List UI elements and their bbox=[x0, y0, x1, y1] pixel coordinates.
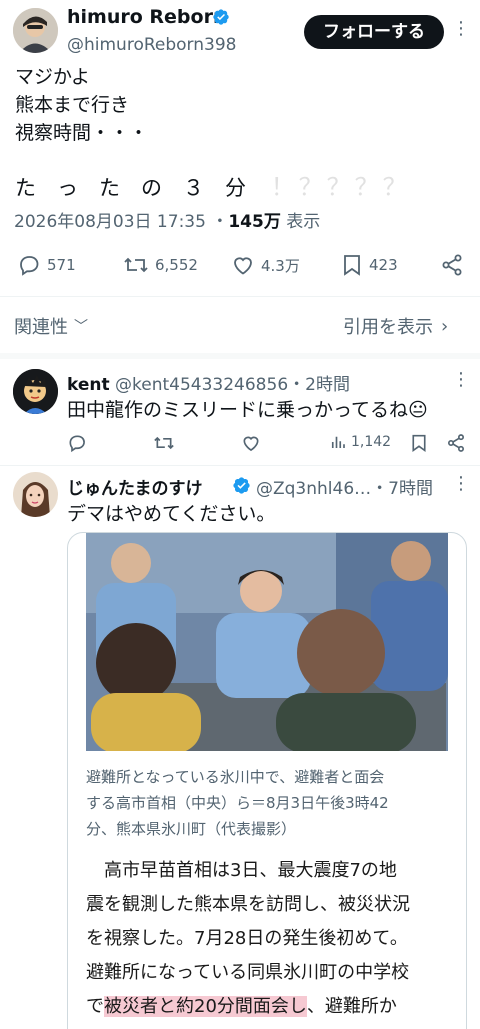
section-divider bbox=[0, 353, 480, 359]
reply-time[interactable]: ・7時間 bbox=[371, 479, 433, 499]
verified-icon bbox=[212, 8, 230, 27]
avatar[interactable] bbox=[13, 472, 58, 517]
caption-line: 分、熊本県氷川町（代表撮影） bbox=[86, 820, 297, 838]
sort-dropdown[interactable]: 関連性 ﹀ bbox=[14, 313, 88, 339]
tweet-line: 視察時間・・・ bbox=[15, 122, 149, 144]
views-label: 表示 bbox=[286, 212, 321, 232]
chevron-down-icon: ﹀ bbox=[74, 319, 88, 335]
divider bbox=[0, 465, 480, 466]
reply-author-name[interactable]: kent bbox=[67, 375, 110, 395]
retweet-count: 6,552 bbox=[155, 256, 198, 274]
heart-icon bbox=[234, 257, 252, 275]
like-button[interactable]: 4.3万 bbox=[231, 253, 300, 277]
article-suffix: 、避難所か bbox=[306, 996, 397, 1017]
reply-header: じゅんたまのすけ bbox=[67, 474, 203, 499]
reply-header: kent @kent45433246856・2時間 bbox=[67, 370, 350, 395]
view-quotes-link[interactable]: 引用を表示 › bbox=[343, 313, 448, 339]
article-line: 避難所になっている同県氷川町の中学校 bbox=[86, 962, 410, 983]
bookmark-icon bbox=[344, 255, 360, 276]
retweet-icon bbox=[154, 436, 174, 450]
quotes-label: 引用を表示 bbox=[343, 317, 433, 338]
avatar[interactable] bbox=[13, 8, 58, 53]
tweet-line: マジかよ bbox=[15, 66, 91, 88]
retweet-icon bbox=[124, 257, 148, 273]
article-line: 高市早苗首相は3日、最大震度7の地 bbox=[86, 860, 397, 881]
tweet-meta: 2026年08月03日 17:35 ・145万 表示 bbox=[14, 207, 320, 232]
like-count: 4.3万 bbox=[261, 256, 300, 275]
article-text: 高市早苗首相は3日、最大震度7の地 震を観測した熊本県を訪問し、被災状況 を視察… bbox=[86, 854, 410, 1024]
bookmark-button[interactable] bbox=[410, 433, 428, 453]
photo-caption: 避難所となっている氷川中で、避難者と面会 する高市首相（中央）ら＝8月3日午後3… bbox=[86, 764, 389, 842]
meta-separator: ・ bbox=[211, 212, 229, 232]
reply-icon bbox=[20, 256, 39, 276]
reply-author-handle[interactable]: @kent45433246856 bbox=[115, 375, 288, 395]
tweet-date[interactable]: 2026年08月03日 17:35 bbox=[14, 212, 206, 232]
punch-marks: ！？？？？ bbox=[270, 173, 411, 201]
attached-media-card[interactable]: 避難所となっている氷川中で、避難者と面会 する高市首相（中央）ら＝8月3日午後3… bbox=[67, 532, 467, 1029]
reply-text: 田中龍作のミスリードに乗っかってるね😐 bbox=[67, 399, 428, 421]
like-button[interactable] bbox=[241, 433, 261, 453]
tweet-text: マジかよ 熊本まで行き 視察時間・・・ bbox=[15, 63, 148, 147]
article-line: で被災者と約20分間面会し、避難所か bbox=[86, 990, 410, 1024]
retweet-button[interactable]: 6,552 bbox=[123, 253, 198, 277]
article-line: 震を観測した熊本県を訪問し、被災状況 bbox=[86, 894, 410, 915]
caption-line: する高市首相（中央）ら＝8月3日午後3時42 bbox=[86, 794, 389, 812]
author-handle[interactable]: @himuroReborn398 bbox=[67, 35, 236, 55]
caption-line: 避難所となっている氷川中で、避難者と面会 bbox=[86, 768, 385, 786]
verified-icon bbox=[232, 476, 251, 495]
bookmark-count: 423 bbox=[369, 256, 398, 274]
reply-author-name[interactable]: じゅんたまのすけ bbox=[67, 479, 203, 499]
highlighted-text: 被災者と約20分間面会し bbox=[104, 996, 307, 1017]
reply-time[interactable]: ・2時間 bbox=[288, 375, 350, 395]
views-button[interactable]: 1,142 bbox=[329, 433, 391, 451]
avatar[interactable] bbox=[13, 369, 58, 414]
reply-icon bbox=[69, 435, 85, 453]
reply-button[interactable] bbox=[67, 433, 87, 453]
article-prefix: で bbox=[86, 996, 104, 1017]
reply-button[interactable]: 571 bbox=[17, 253, 76, 277]
chevron-right-icon: › bbox=[441, 315, 449, 337]
divider bbox=[0, 296, 480, 297]
author-name[interactable]: himuro Reborn bbox=[67, 6, 226, 28]
reply-count: 571 bbox=[47, 256, 76, 274]
views-icon bbox=[331, 436, 345, 448]
share-button[interactable] bbox=[440, 253, 464, 277]
share-button[interactable] bbox=[446, 433, 466, 453]
sort-label: 関連性 bbox=[14, 317, 68, 338]
reply-meta: @Zq3nhl46…・7時間 bbox=[256, 474, 433, 499]
more-options-icon[interactable]: ⋮ bbox=[452, 18, 470, 39]
bookmark-button[interactable]: 423 bbox=[341, 253, 398, 277]
reply-text: デマはやめてください。 bbox=[67, 503, 276, 525]
tweet-punch-line: た っ た の ３ 分 ！？？？？ bbox=[15, 167, 411, 202]
more-options-icon[interactable]: ⋮ bbox=[452, 369, 470, 390]
tweet-line: 熊本まで行き bbox=[15, 94, 130, 116]
news-photo[interactable] bbox=[86, 533, 448, 751]
share-icon bbox=[442, 254, 462, 276]
punch-text: た っ た の ３ 分 bbox=[15, 176, 246, 200]
heart-icon bbox=[243, 436, 259, 452]
more-options-icon[interactable]: ⋮ bbox=[452, 473, 470, 494]
follow-button[interactable]: フォローする bbox=[304, 15, 444, 49]
retweet-button[interactable] bbox=[153, 433, 175, 453]
views-count: 145万 bbox=[228, 212, 281, 232]
article-line: を視察した。7月28日の発生後初めて。 bbox=[86, 928, 408, 949]
reply-author-handle[interactable]: @Zq3nhl46… bbox=[256, 479, 371, 499]
views-count: 1,142 bbox=[351, 434, 392, 450]
bookmark-icon bbox=[412, 434, 426, 452]
share-icon bbox=[448, 434, 464, 452]
